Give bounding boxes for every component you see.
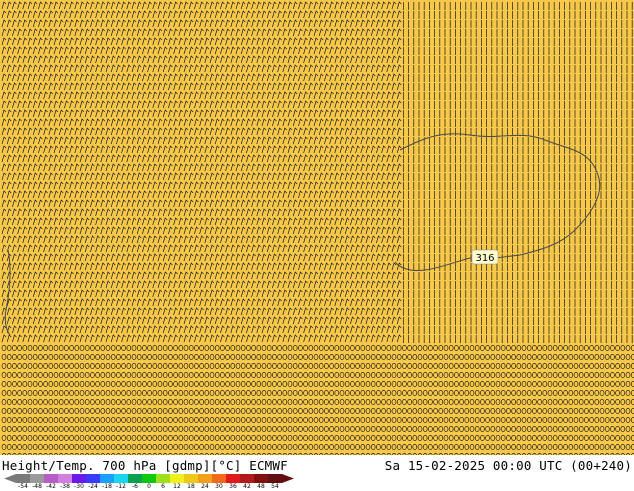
colorbar-segment [184,474,199,483]
colorbar-tick-label: 42 [243,483,251,490]
colorbar-segment [128,474,143,483]
colorbar-segment [142,474,157,483]
contour-label-316: 316 [471,249,499,265]
weather-map: 316 [0,0,634,455]
colorbar-tick-label: 0 [147,483,151,490]
colorbar-tick-label: -54 [18,483,28,490]
colorbar-segment [44,474,59,483]
colorbar-tick-label: -18 [102,483,112,490]
colorbar-tick-label: 12 [173,483,181,490]
contour-value: 316 [475,253,494,264]
colorbar-tick-label: -38 [60,483,70,490]
colorbar-tick-label: 6 [161,483,165,490]
colorbar-segment [212,474,227,483]
colorbar-right-arrow [282,474,294,483]
map-canvas: 316 [0,0,634,455]
colorbar-tick-label: -12 [116,483,126,490]
product-title: Height/Temp. 700 hPa [gdmp][°C] ECMWF [2,458,288,473]
colorbar-segment [198,474,213,483]
colorbar-tick-label: -6 [132,483,138,490]
colorbar-segment [100,474,115,483]
colorbar-segment [268,474,283,483]
colorbar-segment [156,474,171,483]
colorbar-segment [114,474,129,483]
colorbar-segment [86,474,101,483]
colorbar-tick-label: -42 [46,483,56,490]
colorbar-segment [226,474,241,483]
colorbar-segment [58,474,73,483]
colorbar-segment [16,474,31,483]
colorbar-segment [240,474,255,483]
colorbar-tick-label: 24 [201,483,209,490]
colorbar-tick-label: 30 [215,483,223,490]
colorbar-tick-label: -48 [32,483,42,490]
colorbar-segment [72,474,87,483]
map-footer: Height/Temp. 700 hPa [gdmp][°C] ECMWF Sa… [0,455,634,490]
colorbar-tick-label: -24 [88,483,98,490]
valid-time: Sa 15-02-2025 00:00 UTC (00+240) [384,458,632,473]
colorbar-segment [254,474,269,483]
temperature-colorbar [4,474,294,483]
colorbar-segment [170,474,185,483]
colorbar-tick-label: 36 [229,483,237,490]
colorbar-tick-label: -30 [74,483,84,490]
colorbar-tick-label: 54 [271,483,279,490]
colorbar-tick-label: 48 [257,483,265,490]
colorbar-segment [30,474,45,483]
colorbar-left-arrow [4,474,16,483]
colorbar-tick-label: 18 [187,483,195,490]
